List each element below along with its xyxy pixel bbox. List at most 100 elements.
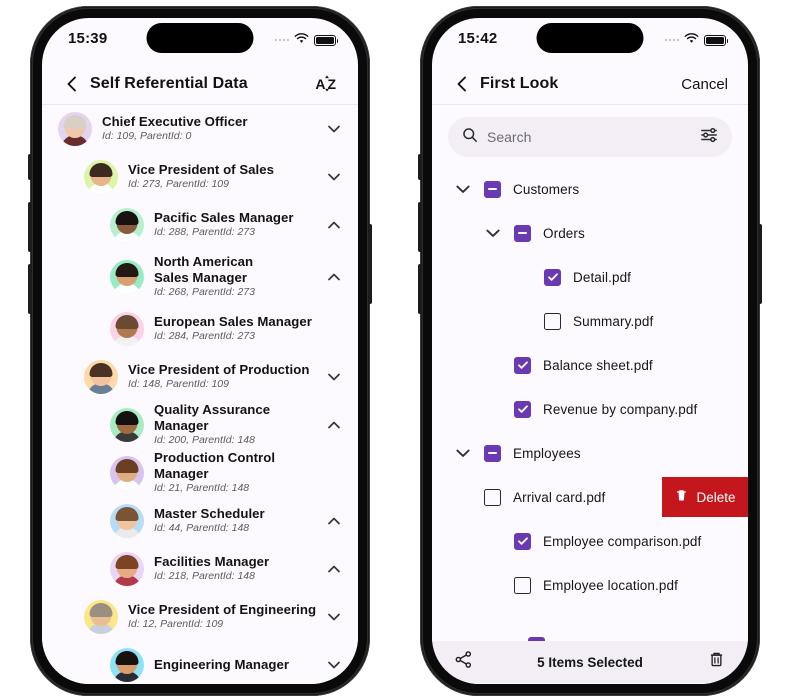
- org-list-item[interactable]: North American Sales Manager Id: 268, Par…: [42, 249, 358, 305]
- chevron-down-icon[interactable]: [326, 169, 342, 185]
- org-list-item[interactable]: Chief Executive Officer Id: 109, ParentId…: [42, 105, 358, 153]
- file-tree-row[interactable]: Arrival card.pdf Delete: [432, 475, 748, 519]
- org-item-text: Vice President of Production Id: 148, Par…: [128, 362, 320, 392]
- checkbox-unchecked[interactable]: [514, 576, 531, 594]
- checkbox-checked[interactable]: [514, 400, 531, 418]
- checkbox-indeterminate[interactable]: [514, 224, 531, 242]
- caret-spacer: [454, 488, 472, 506]
- chevron-down-icon[interactable]: [454, 444, 472, 462]
- org-list-item[interactable]: Master Scheduler Id: 44, ParentId: 148: [42, 497, 358, 545]
- org-list-item[interactable]: Facilities Manager Id: 218, ParentId: 148: [42, 545, 358, 593]
- org-item-title: Master Scheduler: [154, 505, 265, 521]
- avatar: [110, 456, 144, 490]
- org-item-title: Quality Assurance Manager: [154, 402, 271, 433]
- checkbox-indeterminate[interactable]: [484, 180, 501, 198]
- cancel-button[interactable]: Cancel: [681, 76, 728, 93]
- cellular-dots-icon: [664, 38, 679, 42]
- file-tree-label: Employee location.pdf: [543, 577, 678, 593]
- file-tree-label: Employee comparison.pdf: [543, 533, 702, 549]
- chevron-up-icon[interactable]: [326, 417, 342, 433]
- sort-az-icon[interactable]: AZ: [315, 75, 338, 92]
- chevron-down-icon[interactable]: [326, 657, 342, 673]
- file-tree-label: Summary.pdf: [573, 313, 654, 329]
- volume-down-button-2[interactable]: [418, 264, 422, 314]
- checkbox-checked[interactable]: [514, 532, 531, 550]
- chevron-up-icon[interactable]: [326, 217, 342, 233]
- sliders-filter-icon[interactable]: [700, 126, 718, 149]
- checkbox-checked[interactable]: [544, 268, 561, 286]
- trash-outline-icon[interactable]: [707, 650, 726, 674]
- checkbox-checked[interactable]: [514, 356, 531, 374]
- chevron-down-icon[interactable]: [326, 369, 342, 385]
- file-tree[interactable]: Customers Orders Detail.pdf Summary.pdf Bala…: [432, 167, 748, 641]
- chevron-up-icon[interactable]: [326, 561, 342, 577]
- file-tree-label: Employees: [513, 445, 581, 461]
- search-placeholder: Search: [487, 129, 532, 145]
- file-tree-label: Balance sheet.pdf: [543, 357, 653, 373]
- chevron-up-icon[interactable]: [326, 269, 342, 285]
- file-tree-row[interactable]: Employee comparison.pdf: [432, 519, 748, 563]
- chevron-none: [326, 465, 342, 481]
- volume-up-button[interactable]: [28, 202, 32, 252]
- power-button-2[interactable]: [758, 224, 762, 304]
- mute-switch-button[interactable]: [28, 154, 32, 180]
- file-tree-row[interactable]: Revenue by company.pdf: [432, 387, 748, 431]
- org-item-subtitle: Id: 148, ParentId: 109: [128, 378, 229, 391]
- battery-icon: [314, 34, 339, 46]
- chevron-down-icon[interactable]: [326, 609, 342, 625]
- mute-switch-button-2[interactable]: [418, 154, 422, 180]
- file-tree-row[interactable]: Orders: [432, 211, 748, 255]
- org-item-title: Vice President of Sales: [128, 161, 275, 177]
- chevron-up-icon[interactable]: [326, 513, 342, 529]
- checkbox-unchecked[interactable]: [484, 488, 501, 506]
- org-tree-list[interactable]: Chief Executive Officer Id: 109, ParentId…: [42, 105, 358, 684]
- status-clock-2: 15:42: [458, 30, 498, 47]
- file-tree-row[interactable]: Detail.pdf: [432, 255, 748, 299]
- chevron-down-icon[interactable]: [484, 224, 502, 242]
- chevron-left-icon[interactable]: [62, 74, 82, 94]
- org-list-item[interactable]: European Sales Manager Id: 284, ParentId:…: [42, 305, 358, 353]
- share-icon[interactable]: [454, 650, 473, 674]
- checkbox-unchecked[interactable]: [544, 312, 561, 330]
- org-item-text: European Sales Manager Id: 284, ParentId:…: [154, 314, 320, 344]
- caret-spacer: [484, 576, 502, 594]
- file-tree-row[interactable]: Balance sheet.pdf: [432, 343, 748, 387]
- search-input[interactable]: Search: [448, 117, 732, 157]
- checkbox-indeterminate[interactable]: [484, 444, 501, 462]
- chevron-down-icon[interactable]: [454, 180, 472, 198]
- org-list-item[interactable]: Quality Assurance Manager Id: 200, Parent…: [42, 401, 358, 449]
- org-item-title: Production Control Manager: [154, 450, 276, 481]
- power-button[interactable]: [368, 224, 372, 304]
- avatar: [58, 112, 92, 146]
- file-tree-row[interactable]: Employee location.pdf: [432, 563, 748, 607]
- volume-down-button[interactable]: [28, 264, 32, 314]
- avatar: [84, 600, 118, 634]
- org-item-title: Pacific Sales Manager: [154, 209, 294, 225]
- org-list-item[interactable]: Pacific Sales Manager Id: 288, ParentId: …: [42, 201, 358, 249]
- org-list-item[interactable]: Engineering Manager: [42, 641, 358, 684]
- avatar: [84, 360, 118, 394]
- file-tree-row[interactable]: Employees: [432, 431, 748, 475]
- org-list-item[interactable]: Production Control Manager Id: 21, Parent…: [42, 449, 358, 497]
- org-item-title: Chief Executive Officer: [102, 113, 248, 129]
- org-list-item[interactable]: Vice President of Production Id: 148, Par…: [42, 353, 358, 401]
- delete-button[interactable]: Delete: [662, 477, 748, 517]
- file-tree-label: Customers: [513, 181, 580, 197]
- avatar: [110, 408, 144, 442]
- chevron-down-icon[interactable]: [326, 121, 342, 137]
- caret-spacer: [514, 312, 532, 330]
- org-list-item[interactable]: Vice President of Sales Id: 273, ParentId…: [42, 153, 358, 201]
- org-list-item[interactable]: Vice President of Engineering Id: 12, Par…: [42, 593, 358, 641]
- org-item-title: European Sales Manager: [154, 313, 312, 329]
- volume-up-button-2[interactable]: [418, 202, 422, 252]
- org-item-subtitle: Id: 284, ParentId: 273: [154, 330, 255, 343]
- org-item-subtitle: Id: 218, ParentId: 148: [154, 570, 255, 583]
- file-tree-row[interactable]: Customers: [432, 167, 748, 211]
- file-tree-row[interactable]: Summary.pdf: [432, 299, 748, 343]
- status-indicators: [274, 31, 339, 49]
- selection-toolbar: 5 Items Selected: [432, 641, 748, 683]
- caret-spacer: [484, 356, 502, 374]
- chevron-left-icon[interactable]: [452, 74, 472, 94]
- org-item-subtitle: Id: 12, ParentId: 109: [128, 618, 224, 631]
- org-item-text: Production Control Manager Id: 21, Parent…: [154, 450, 320, 496]
